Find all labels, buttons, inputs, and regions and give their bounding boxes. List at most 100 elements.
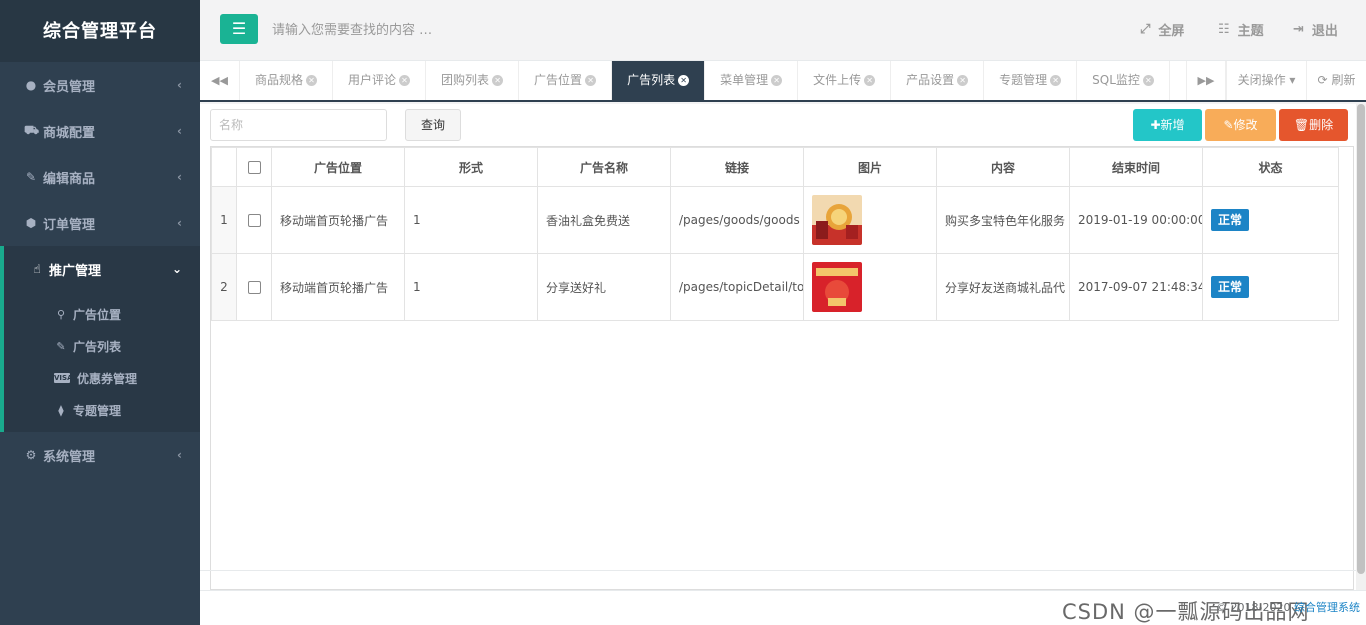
theme-button[interactable]: ☷ 主题	[1218, 20, 1264, 39]
delete-button[interactable]: 🗑删除	[1279, 109, 1348, 141]
sidebar-item-label: 商城配置	[43, 125, 96, 141]
refresh-icon: ⟳	[1317, 73, 1328, 87]
table-row[interactable]: 2 移动端首页轮播广告 1 分享送好礼 /pages/topicDetail/t…	[211, 253, 1339, 321]
edit-icon: ✎	[1223, 118, 1234, 132]
cell-content: 分享好友送商城礼品代	[936, 253, 1070, 321]
sidebar-item-orders[interactable]: ⬢ 订单管理 ‹	[0, 200, 200, 246]
column-header[interactable]: 广告名称	[537, 147, 671, 187]
column-header[interactable]: 链接	[670, 147, 804, 187]
ad-table: 广告位置 形式 广告名称 链接 图片 内容 结束时间 状态 1 移动端首页轮播广…	[211, 147, 1339, 321]
sidebar-subitem-ad-list[interactable]: ✎ 广告列表	[4, 330, 200, 362]
bars-icon: ☰	[231, 19, 247, 38]
checkbox[interactable]	[247, 161, 261, 174]
delete-label: 删除	[1309, 118, 1334, 132]
tab-user-comments[interactable]: 用户评论 ✕	[333, 61, 427, 100]
logout-label: 退出	[1311, 24, 1338, 39]
close-icon[interactable]: ✕	[1142, 75, 1154, 86]
sidebar-item-edit-goods[interactable]: ✎ 编辑商品 ‹	[0, 154, 200, 200]
tab-menu-manage[interactable]: 菜单管理 ✕	[705, 61, 799, 100]
table-row[interactable]: 1 移动端首页轮播广告 1 香油礼盒免费送 /pages/goods/goods	[211, 186, 1339, 254]
close-icon[interactable]: ✕	[678, 75, 690, 86]
tab-product-spec[interactable]: 商品规格 ✕	[240, 61, 334, 100]
tab-scroll-right-button[interactable]: ▶▶	[1186, 61, 1226, 100]
close-icon[interactable]: ✕	[1050, 75, 1062, 86]
close-icon[interactable]: ✕	[771, 75, 783, 86]
status-badge: 正常	[1211, 276, 1250, 298]
visa-card-icon: VISA	[54, 373, 73, 383]
pencil-icon: ✎	[56, 339, 66, 353]
sidebar-item-mall-config[interactable]: ⛟ 商城配置 ‹	[0, 108, 200, 154]
sidebar-subitem-topics[interactable]: ⧫ 专题管理	[4, 394, 200, 426]
tags-icon: ⧫	[58, 403, 64, 417]
tab-ad-list[interactable]: 广告列表 ✕	[612, 61, 706, 100]
chevron-left-icon: ‹	[177, 216, 182, 230]
menu-toggle-button[interactable]: ☰	[220, 14, 258, 44]
hand-pointer-icon: ☝	[33, 262, 41, 276]
select-all-checkbox[interactable]	[236, 147, 272, 187]
column-header[interactable]: 形式	[404, 147, 538, 187]
add-button[interactable]: ✚新增	[1133, 109, 1202, 141]
cell-end-time: 2017-09-07 21:48:34	[1069, 253, 1203, 321]
tab-ad-position[interactable]: 广告位置 ✕	[519, 61, 613, 100]
sidebar-item-label: 推广管理	[49, 263, 102, 279]
table-header-row: 广告位置 形式 广告名称 链接 图片 内容 结束时间 状态	[211, 147, 1339, 187]
tab-file-upload[interactable]: 文件上传 ✕	[798, 61, 892, 100]
refresh-button[interactable]: ⟳ 刷新	[1306, 61, 1366, 100]
tab-scroll-left-button[interactable]: ◀◀	[200, 61, 240, 100]
tab-label: 广告列表	[627, 73, 676, 87]
column-header[interactable]: 广告位置	[271, 147, 405, 187]
close-icon[interactable]: ✕	[399, 75, 411, 86]
close-icon[interactable]: ✕	[864, 75, 876, 86]
sidebar-subitem-ad-position[interactable]: ⚲ 广告位置	[4, 298, 200, 330]
fullscreen-button[interactable]: ⤢ 全屏	[1140, 20, 1184, 39]
tab-product-settings[interactable]: 产品设置 ✕	[891, 61, 985, 100]
name-search-input[interactable]	[210, 109, 387, 141]
global-search-input[interactable]	[272, 17, 672, 43]
sidebar-subitem-coupons[interactable]: VISA 优惠券管理	[4, 362, 200, 394]
tab-group-buy[interactable]: 团购列表 ✕	[426, 61, 520, 100]
cell-position: 移动端首页轮播广告	[271, 186, 405, 254]
tab-label: 产品设置	[906, 73, 955, 87]
close-icon[interactable]: ✕	[306, 75, 318, 86]
cell-name: 分享送好礼	[537, 253, 671, 321]
close-operations-dropdown[interactable]: 关闭操作 ▾	[1226, 61, 1306, 100]
fullscreen-label: 全屏	[1158, 24, 1185, 39]
vertical-scrollbar[interactable]	[1356, 104, 1366, 590]
row-checkbox[interactable]	[236, 186, 272, 254]
tab-sql-monitor[interactable]: SQL监控 ✕	[1077, 61, 1170, 100]
column-header[interactable]: 图片	[803, 147, 937, 187]
close-icon[interactable]: ✕	[492, 75, 504, 86]
tab-bar: ◀◀ 商品规格 ✕ 用户评论 ✕ 团购列表 ✕ 广告位置 ✕ 广告列表 ✕ 菜单管理 ✕ 文…	[200, 61, 1366, 102]
index-header	[211, 147, 237, 187]
cell-link: /pages/goods/goods	[670, 186, 804, 254]
close-icon[interactable]: ✕	[957, 75, 969, 86]
plus-icon: ✚	[1150, 118, 1161, 132]
edit-button[interactable]: ✎修改	[1205, 109, 1276, 141]
add-label: 新增	[1160, 118, 1185, 132]
ad-thumbnail-image[interactable]	[812, 195, 862, 245]
cell-link: /pages/topicDetail/to	[670, 253, 804, 321]
column-header[interactable]: 内容	[936, 147, 1070, 187]
logout-button[interactable]: ⇥ 退出	[1293, 20, 1338, 39]
scrollbar-thumb[interactable]	[1357, 104, 1365, 574]
cell-end-time: 2019-01-19 00:00:00	[1069, 186, 1203, 254]
cell-image	[803, 186, 937, 254]
checkbox[interactable]	[247, 214, 261, 227]
close-icon[interactable]: ✕	[585, 75, 597, 86]
brand-title: 综合管理平台	[0, 0, 200, 62]
sidebar-item-system[interactable]: ⚙ 系统管理 ‹	[0, 432, 200, 478]
caret-down-icon: ▾	[1285, 73, 1296, 87]
tab-topic-manage[interactable]: 专题管理 ✕	[984, 61, 1078, 100]
column-header[interactable]: 结束时间	[1069, 147, 1203, 187]
edit-icon: ✎	[25, 170, 37, 184]
checkbox[interactable]	[247, 281, 261, 294]
row-checkbox[interactable]	[236, 253, 272, 321]
query-button[interactable]: 查询	[405, 109, 461, 141]
sidebar-item-label: 会员管理	[43, 79, 96, 95]
column-header[interactable]: 状态	[1202, 147, 1339, 187]
ad-thumbnail-image[interactable]	[812, 262, 862, 312]
sidebar-item-members[interactable]: ● 会员管理 ‹	[0, 62, 200, 108]
data-table-container: 广告位置 形式 广告名称 链接 图片 内容 结束时间 状态 1 移动端首页轮播广…	[210, 146, 1354, 590]
footer-link[interactable]: 综合管理系统	[1294, 601, 1360, 614]
sidebar-item-promotion[interactable]: ☝ 推广管理 ⌄	[0, 246, 200, 292]
